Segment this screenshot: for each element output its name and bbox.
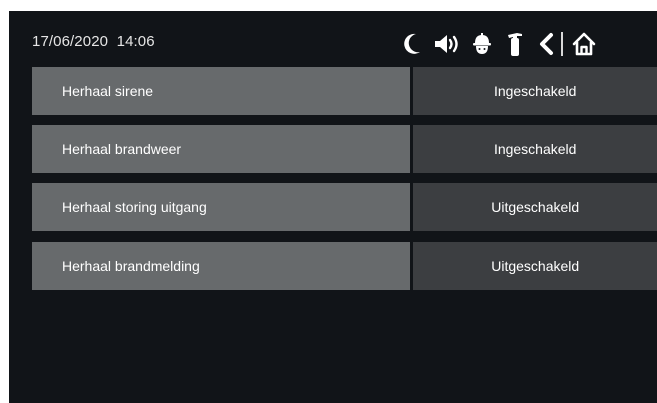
setting-label: Herhaal storing uitgang — [32, 183, 411, 231]
back-icon[interactable] — [537, 28, 555, 60]
home-icon[interactable] — [571, 28, 597, 60]
fire-helmet-icon[interactable] — [471, 28, 493, 60]
setting-value-button[interactable]: Uitgeschakeld — [413, 183, 657, 231]
screen: 17/06/2020 14:06 Herhaal sirene Ingescha… — [9, 11, 657, 403]
status-icons — [401, 28, 597, 60]
setting-label: Herhaal brandmelding — [32, 242, 411, 290]
setting-label: Herhaal brandweer — [32, 125, 411, 173]
setting-value-button[interactable]: Ingeschakeld — [413, 67, 657, 115]
setting-value-button[interactable]: Uitgeschakeld — [413, 242, 657, 290]
settings-row-sirene: Herhaal sirene Ingeschakeld — [32, 67, 657, 115]
date-time: 17/06/2020 14:06 — [32, 33, 155, 50]
speaker-icon[interactable] — [433, 28, 461, 60]
time-text: 14:06 — [116, 33, 155, 50]
status-bar: 17/06/2020 14:06 — [9, 11, 657, 67]
date-text: 17/06/2020 — [32, 33, 109, 50]
setting-label: Herhaal sirene — [32, 67, 411, 115]
setting-value-button[interactable]: Ingeschakeld — [413, 125, 657, 173]
settings-row-brandmelding: Herhaal brandmelding Uitgeschakeld — [32, 242, 657, 290]
fire-extinguisher-icon[interactable] — [505, 28, 525, 60]
moon-icon[interactable] — [401, 28, 423, 60]
icon-divider — [561, 32, 563, 56]
settings-row-brandweer: Herhaal brandweer Ingeschakeld — [32, 125, 657, 173]
settings-row-storing-uitgang: Herhaal storing uitgang Uitgeschakeld — [32, 183, 657, 231]
